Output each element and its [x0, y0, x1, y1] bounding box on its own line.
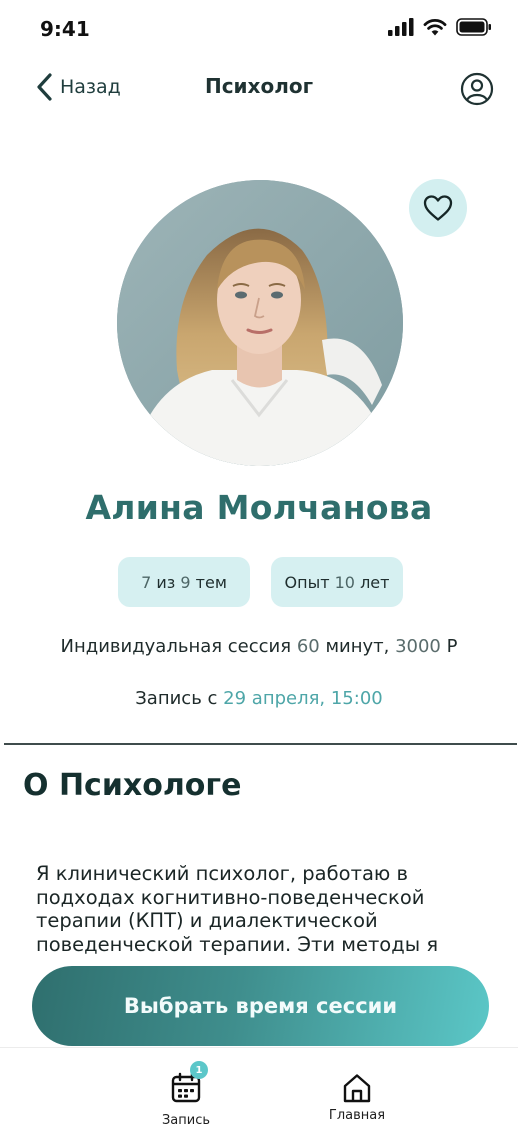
session-mid: минут, [319, 636, 396, 657]
wifi-icon [423, 19, 447, 36]
profile-button[interactable] [460, 72, 494, 106]
session-prefix: Индивидуальная сессия [60, 636, 297, 657]
psychologist-name: Алина Молчанова [85, 488, 433, 527]
experience-years: 10 [334, 572, 355, 592]
topics-total: 9 [180, 572, 191, 592]
experience-suffix: лет [354, 572, 390, 592]
signal-icon [388, 18, 414, 36]
experience-badge: Опыт 10 лет [271, 557, 403, 607]
tab-bar: 1 Запись Главная [0, 1047, 518, 1145]
booking-date: 29 апреля, 15:00 [223, 688, 383, 709]
status-time: 9:41 [40, 17, 90, 41]
heart-icon [423, 195, 453, 221]
status-icons [388, 18, 492, 36]
topics-suffix: тем [190, 572, 227, 592]
experience-prefix: Опыт [284, 572, 335, 592]
psychologist-photo [117, 180, 403, 466]
choose-session-time-button[interactable]: Выбрать время сессии [32, 966, 489, 1046]
session-minutes: 60 [296, 636, 320, 657]
page-title: Психолог [204, 74, 314, 98]
about-title: О Психологе [23, 768, 242, 803]
session-currency: Р [440, 636, 458, 657]
topics-badge: 7 из 9 тем [118, 557, 250, 607]
tab-booking[interactable]: 1 Запись [146, 1061, 226, 1128]
notification-badge: 1 [190, 1061, 208, 1079]
nav-bar: Назад Психолог [0, 62, 518, 118]
topics-separator: из [151, 572, 181, 592]
tab-home-label: Главная [328, 1108, 386, 1123]
about-text: Я клинический психолог, работаю в подход… [36, 862, 439, 956]
booking-prefix: Запись с [135, 688, 224, 709]
session-info: Индивидуальная сессия 60 минут, 3000 Р [0, 636, 518, 657]
topics-count: 7 [141, 572, 152, 592]
booking-info: Запись с 29 апреля, 15:00 [0, 688, 518, 709]
status-bar: 9:41 [0, 0, 518, 58]
tab-booking-label: Запись [161, 1113, 211, 1128]
portrait-image [117, 180, 403, 466]
home-icon [343, 1074, 371, 1103]
session-price: 3000 [395, 636, 441, 657]
user-icon [460, 72, 494, 106]
divider [4, 743, 517, 745]
favorite-button[interactable] [409, 179, 467, 237]
cta-label: Выбрать время сессии [123, 994, 398, 1018]
battery-icon [456, 18, 491, 36]
tab-home[interactable]: Главная [317, 1072, 397, 1123]
